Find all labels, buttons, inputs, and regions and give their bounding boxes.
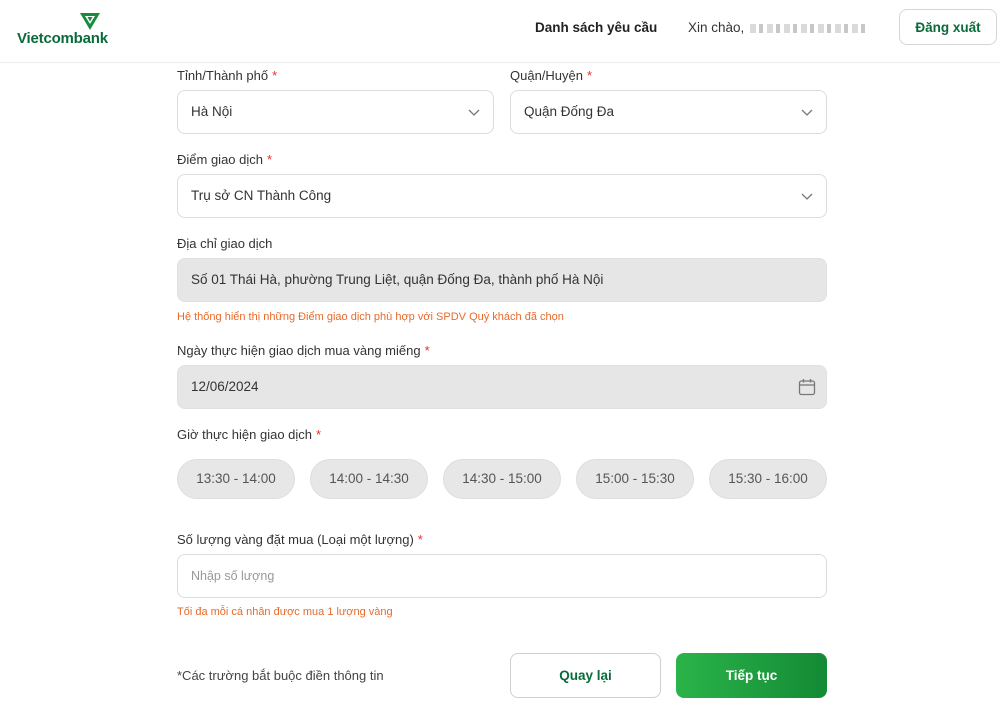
address-value: Số 01 Thái Hà, phường Trung Liệt, quận Đ… [191,272,604,287]
date-label: Ngày thực hiện giao dịch mua vàng miếng * [177,343,430,358]
top-header: Vietcombank Danh sách yêu cầu Xin chào, … [0,0,1000,63]
chevron-down-icon [801,109,813,116]
date-field[interactable]: 12/06/2024 [177,365,827,409]
time-label: Giờ thực hiện giao dịch * [177,427,321,442]
vietcombank-logo-icon [80,13,100,30]
quantity-hint: Tối đa mỗi cá nhân được mua 1 lượng vàng [177,606,393,618]
back-button[interactable]: Quay lại [510,653,661,698]
time-slot[interactable]: 14:30 - 15:00 [443,459,561,499]
logout-button[interactable]: Đăng xuất [899,9,997,45]
calendar-icon[interactable] [798,378,816,396]
time-slot[interactable]: 14:00 - 14:30 [310,459,428,499]
date-label-text: Ngày thực hiện giao dịch mua vàng miếng [177,343,421,358]
greeting-text: Xin chào, [688,20,745,35]
required-mark: * [316,427,322,442]
province-value: Hà Nội [191,104,233,119]
address-hint: Hệ thống hiển thị những Điểm giao dịch p… [177,311,564,323]
required-mark: * [587,68,593,83]
address-field: Số 01 Thái Hà, phường Trung Liệt, quận Đ… [177,258,827,302]
required-mark: * [417,532,423,547]
date-value: 12/06/2024 [191,379,259,394]
required-mark: * [272,68,278,83]
province-label: Tỉnh/Thành phố * [177,68,277,83]
district-label: Quận/Huyện * [510,68,592,83]
quantity-input[interactable] [177,554,827,598]
required-mark: * [424,343,430,358]
branch-value: Trụ sở CN Thành Công [191,188,332,203]
province-label-text: Tỉnh/Thành phố [177,68,269,83]
brand-logo[interactable]: Vietcombank [17,11,117,51]
time-slot[interactable]: 15:00 - 15:30 [576,459,694,499]
district-value: Quận Đống Đa [524,104,615,119]
user-greeting: Xin chào, [688,20,869,35]
required-fields-note: *Các trường bắt buộc điền thông tin [177,668,384,683]
chevron-down-icon [801,193,813,200]
branch-label: Điểm giao dịch * [177,152,272,167]
time-slot[interactable]: 13:30 - 14:00 [177,459,295,499]
required-mark: * [267,152,273,167]
continue-button[interactable]: Tiếp tục [676,653,827,698]
province-select[interactable]: Hà Nội [177,90,494,134]
branch-label-text: Điểm giao dịch [177,152,263,167]
quantity-label: Số lượng vàng đặt mua (Loại một lượng) * [177,532,423,547]
chevron-down-icon [468,109,480,116]
quantity-label-text: Số lượng vàng đặt mua (Loại một lượng) [177,532,414,547]
request-list-link[interactable]: Danh sách yêu cầu [535,20,657,35]
time-slot[interactable]: 15:30 - 16:00 [709,459,827,499]
branch-select[interactable]: Trụ sở CN Thành Công [177,174,827,218]
time-label-text: Giờ thực hiện giao dịch [177,427,313,442]
brand-name: Vietcombank [17,30,108,47]
redacted-username [750,23,869,33]
district-label-text: Quận/Huyện [510,68,583,83]
address-label: Địa chỉ giao dịch [177,236,273,251]
district-select[interactable]: Quận Đống Đa [510,90,827,134]
